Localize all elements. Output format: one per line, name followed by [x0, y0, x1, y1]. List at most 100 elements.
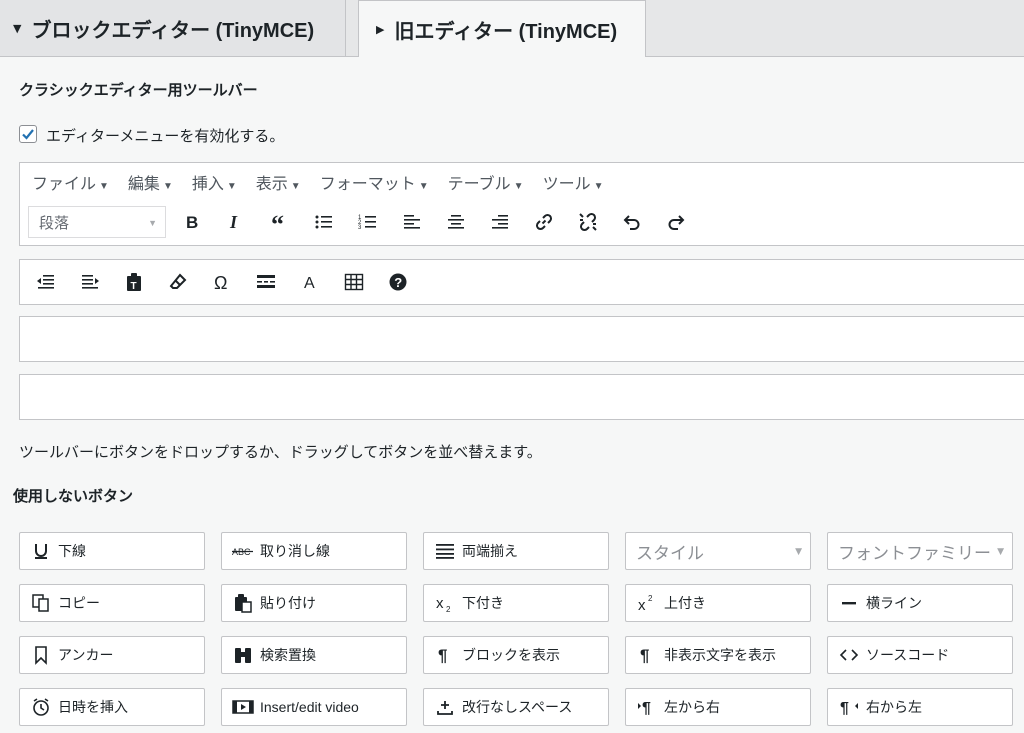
unused-button-justify[interactable]: 両端揃え	[423, 532, 609, 570]
drop-hint: ツールバーにボタンをドロップするか、ドラッグしてボタンを並べ替えます。	[19, 444, 542, 461]
menu-tools[interactable]: ツール ▼	[543, 170, 604, 194]
svg-text:¶: ¶	[640, 646, 649, 665]
menu-label: テーブル	[447, 176, 511, 193]
menu-file[interactable]: ファイル ▼	[32, 170, 109, 194]
table-icon[interactable]	[340, 268, 368, 296]
unused-button-anchor[interactable]: アンカー	[19, 636, 205, 674]
caret-down-icon: ▼	[99, 181, 109, 192]
unused-button-search-replace[interactable]: 検索置換	[221, 636, 407, 674]
special-character-icon[interactable]: Ω	[208, 268, 236, 296]
unused-button-label: 改行なしスペース	[462, 699, 573, 715]
toolbar-row-3-dropzone[interactable]	[19, 316, 1024, 362]
unused-select-style[interactable]: スタイル ▼	[625, 532, 811, 570]
binoculars-icon	[232, 644, 254, 666]
superscript-icon: x2	[636, 592, 658, 614]
svg-text:2: 2	[446, 605, 451, 613]
subscript-icon: x2	[434, 592, 456, 614]
svg-text:¶: ¶	[642, 700, 651, 717]
unused-button-copy[interactable]: コピー	[19, 584, 205, 622]
clear-formatting-icon[interactable]	[164, 268, 192, 296]
dropdown-arrow-icon: ▼	[795, 547, 802, 557]
unused-button-subscript[interactable]: x2 下付き	[423, 584, 609, 622]
text-color-icon[interactable]: A	[296, 268, 324, 296]
caret-down-icon: ▼	[162, 181, 173, 192]
menu-table[interactable]: テーブル ▼	[448, 170, 524, 194]
unused-select-label: スタイル	[636, 543, 704, 563]
unused-button-source-code[interactable]: ソースコード	[827, 636, 1013, 674]
unused-button-superscript[interactable]: x2 上付き	[625, 584, 811, 622]
unused-buttons-heading: 使用しないボタン	[13, 488, 134, 505]
unlink-icon[interactable]	[574, 208, 602, 236]
align-center-icon[interactable]	[442, 208, 470, 236]
horizontal-line-icon	[838, 592, 860, 614]
menu-label: ツール	[542, 176, 591, 193]
caret-down-icon: ▼	[418, 181, 429, 192]
caret-down-icon: ▼	[593, 181, 604, 192]
unused-button-label: ソースコード	[866, 647, 950, 663]
numbered-list-icon[interactable]: 123	[354, 208, 382, 236]
toolbar-row-1: 段落 ▼ B I “ 123	[20, 201, 1024, 245]
unused-button-rtl[interactable]: ¶ 右から左	[827, 688, 1013, 726]
format-select[interactable]: 段落 ▼	[28, 206, 166, 238]
caret-down-icon: ▼	[513, 181, 524, 192]
tab-bar: ▼ ブロックエディター (TinyMCE) ▶ 旧エディター (TinyMCE)	[0, 0, 1024, 57]
toolbar-row-2: T Ω A ?	[19, 259, 1024, 305]
menu-format[interactable]: フォーマット ▼	[320, 170, 429, 194]
menu-label: 編集	[127, 176, 160, 193]
tab-label: 旧エディター (TinyMCE)	[394, 20, 618, 43]
unused-button-strikethrough[interactable]: ABC 取り消し線	[221, 532, 407, 570]
blockquote-icon[interactable]: “	[266, 208, 294, 236]
align-right-icon[interactable]	[486, 208, 514, 236]
caret-down-icon: ▼	[290, 181, 301, 192]
menu-insert[interactable]: 挿入 ▼	[192, 170, 237, 194]
indent-icon[interactable]	[76, 268, 104, 296]
unused-button-label: ブロックを表示	[462, 647, 560, 663]
unused-button-label: 検索置換	[260, 647, 316, 663]
enable-menu-checkbox[interactable]	[19, 125, 37, 143]
unused-button-show-blocks[interactable]: ¶ ブロックを表示	[423, 636, 609, 674]
help-icon[interactable]: ?	[384, 268, 412, 296]
menu-label: ファイル	[32, 176, 97, 193]
unused-button-insert-video[interactable]: Insert/edit video	[221, 688, 407, 726]
unused-button-label: 両端揃え	[462, 543, 518, 559]
unused-button-visual-chars[interactable]: ¶ 非表示文字を表示	[625, 636, 811, 674]
bold-icon[interactable]: B	[177, 208, 205, 236]
unused-button-label: 貼り付け	[260, 595, 316, 611]
menubar: ファイル ▼ 編集 ▼ 挿入 ▼ 表示 ▼ フォーマット ▼ テーブル ▼ ツール ▼	[20, 163, 622, 201]
menu-edit[interactable]: 編集 ▼	[128, 170, 173, 194]
paste-text-icon[interactable]: T	[120, 268, 148, 296]
format-select-value: 段落	[39, 214, 70, 232]
toolbar-row-4-dropzone[interactable]	[19, 374, 1024, 420]
unused-button-insert-datetime[interactable]: 日時を挿入	[19, 688, 205, 726]
bullet-list-icon[interactable]	[310, 208, 338, 236]
menu-label: 表示	[255, 176, 288, 193]
italic-icon[interactable]: I	[221, 208, 249, 236]
unused-button-paste[interactable]: 貼り付け	[221, 584, 407, 622]
unused-select-font-family[interactable]: フォントファミリー ▼	[827, 532, 1013, 570]
svg-text:?: ?	[394, 275, 402, 290]
svg-text:B: B	[186, 213, 198, 232]
svg-text:I: I	[229, 212, 238, 232]
align-left-icon[interactable]	[398, 208, 426, 236]
unused-button-underline[interactable]: 下線	[19, 532, 205, 570]
justify-icon	[434, 540, 456, 562]
unused-button-ltr[interactable]: ¶ 左から右	[625, 688, 811, 726]
video-icon	[232, 696, 254, 718]
unused-button-label: 日時を挿入	[58, 699, 128, 715]
menu-view[interactable]: 表示 ▼	[256, 170, 301, 194]
tab-block-editor[interactable]: ▼ ブロックエディター (TinyMCE)	[0, 0, 346, 56]
bookmark-icon	[30, 644, 52, 666]
redo-icon[interactable]	[662, 208, 690, 236]
svg-text:Ω: Ω	[214, 273, 227, 292]
undo-icon[interactable]	[618, 208, 646, 236]
unused-button-label: 取り消し線	[260, 543, 330, 559]
read-more-icon[interactable]	[252, 268, 280, 296]
svg-text:A: A	[304, 275, 315, 292]
unused-button-horizontal-line[interactable]: 横ライン	[827, 584, 1013, 622]
svg-text:¶: ¶	[438, 646, 447, 665]
tab-classic-editor[interactable]: ▶ 旧エディター (TinyMCE)	[358, 0, 646, 57]
paste-icon	[232, 592, 254, 614]
unused-button-nbsp[interactable]: 改行なしスペース	[423, 688, 609, 726]
outdent-icon[interactable]	[32, 268, 60, 296]
link-icon[interactable]	[530, 208, 558, 236]
